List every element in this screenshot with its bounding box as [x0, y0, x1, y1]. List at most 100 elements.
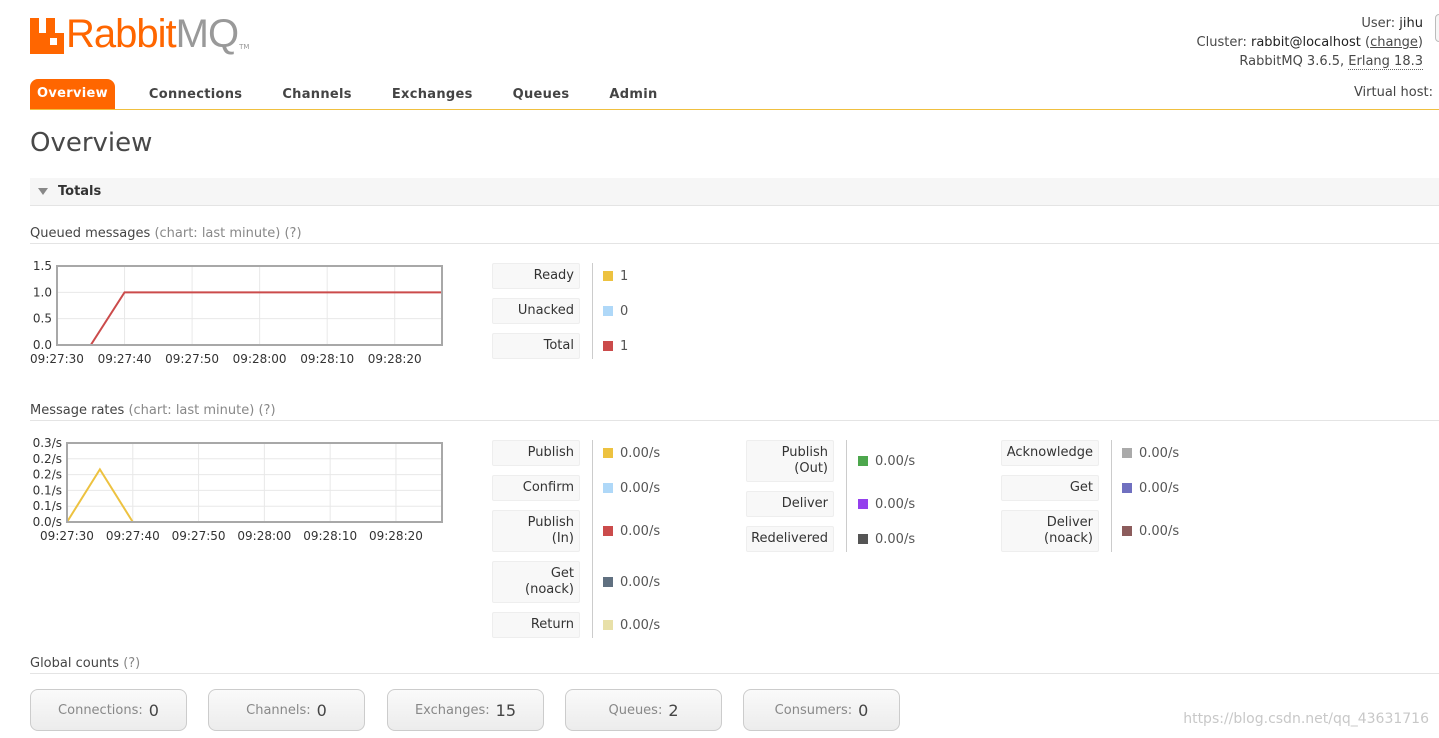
help-link[interactable]: (?): [258, 403, 275, 418]
tab-admin[interactable]: Admin: [589, 79, 677, 109]
legend-label[interactable]: Get (noack): [492, 561, 580, 603]
tab-exchanges[interactable]: Exchanges: [372, 79, 493, 109]
message-rates-chart: 0.3/s 0.2/s 0.2/s 0.1/s 0.1/s 0.0/s 09:27:30 09…: [30, 435, 450, 547]
rabbitmq-logo-icon: [30, 18, 64, 54]
legend-value: 0.00/s: [1122, 475, 1179, 501]
y-tick-label: 1.0: [33, 285, 52, 299]
login-details: User: jihu Cluster: rabbit@localhost (ch…: [1196, 16, 1423, 70]
y-tick-label: 0.2/s: [33, 468, 62, 482]
legend-value: 0.00/s: [858, 526, 915, 552]
version-text: RabbitMQ 3.6.5,: [1239, 54, 1345, 69]
y-tick-label: 0.3/s: [33, 436, 62, 450]
x-tick-label: 09:28:00: [233, 352, 287, 366]
legend-label[interactable]: Deliver (noack): [1001, 510, 1099, 552]
logout-button-edge[interactable]: [1435, 14, 1439, 42]
legend-swatch: [603, 483, 613, 493]
user-name: jihu: [1399, 16, 1423, 31]
watermark: https://blog.csdn.net/qq_43631716: [1183, 711, 1429, 727]
legend-label[interactable]: Get: [1001, 475, 1099, 501]
y-tick-label: 0.5: [33, 312, 52, 326]
main-nav: Overview Connections Channels Exchanges …: [30, 79, 1439, 110]
help-link[interactable]: (?): [284, 226, 301, 241]
totals-section-header[interactable]: Totals: [30, 178, 1439, 206]
count-consumers[interactable]: Consumers: 0: [743, 689, 900, 731]
legend-label[interactable]: Total: [492, 333, 580, 359]
legend-value: 0.00/s: [603, 561, 660, 603]
legend-swatch: [1122, 526, 1132, 536]
legend-value: 0.00/s: [1122, 440, 1179, 466]
legend-label[interactable]: Deliver: [746, 491, 834, 517]
legend-swatch: [603, 577, 613, 587]
tab-overview[interactable]: Overview: [30, 79, 115, 109]
chart-range-link[interactable]: (chart: last minute): [128, 403, 254, 418]
count-channels[interactable]: Channels: 0: [208, 689, 365, 731]
x-tick-label: 09:28:10: [300, 352, 354, 366]
erlang-version: Erlang 18.3: [1348, 54, 1423, 70]
legend-swatch: [603, 620, 613, 630]
legend-swatch: [858, 499, 868, 509]
legend-label[interactable]: Acknowledge: [1001, 440, 1099, 466]
totals-label: Totals: [58, 184, 102, 199]
legend-swatch: [603, 306, 613, 316]
series-line: [66, 467, 442, 523]
tab-channels[interactable]: Channels: [262, 79, 372, 109]
virtual-host-label: Virtual host:: [1353, 85, 1433, 100]
legend-swatch: [603, 271, 613, 281]
legend-swatch: [603, 448, 613, 458]
legend-value: 0.00/s: [603, 475, 660, 501]
cluster-label: Cluster:: [1196, 35, 1247, 50]
x-tick-label: 09:27:40: [106, 529, 160, 543]
legend-label[interactable]: Return: [492, 612, 580, 638]
legend-divider: [846, 440, 847, 552]
plot-frame: [56, 265, 443, 346]
cluster-name: rabbit@localhost: [1250, 35, 1361, 50]
legend-divider: [592, 263, 593, 359]
user-label: User:: [1361, 16, 1396, 31]
legend-label[interactable]: Unacked: [492, 298, 580, 324]
count-exchanges[interactable]: Exchanges: 15: [387, 689, 544, 731]
legend-swatch: [1122, 448, 1132, 458]
y-tick-label: 0.0: [33, 338, 52, 352]
rabbitmq-logo[interactable]: RabbitMQ TM: [30, 14, 249, 54]
x-tick-label: 09:28:00: [237, 529, 291, 543]
legend-value: 0.00/s: [1122, 510, 1179, 552]
legend-label[interactable]: Ready: [492, 263, 580, 289]
legend-value: 0.00/s: [858, 440, 915, 482]
legend-value: 0.00/s: [858, 491, 915, 517]
legend-value: 0.00/s: [603, 440, 660, 466]
collapse-triangle-icon: [38, 188, 48, 195]
y-tick-label: 0.2/s: [33, 452, 62, 466]
tab-connections[interactable]: Connections: [129, 79, 262, 109]
y-tick-label: 0.1/s: [33, 499, 62, 513]
queued-messages-title: Queued messages (chart: last minute) (?): [30, 226, 1439, 244]
x-tick-label: 09:28:10: [303, 529, 357, 543]
legend-swatch: [1122, 483, 1132, 493]
message-rates-title: Message rates (chart: last minute) (?): [30, 403, 1439, 421]
legend-swatch: [858, 456, 868, 466]
legend-label[interactable]: Publish (Out): [746, 440, 834, 482]
tab-queues[interactable]: Queues: [493, 79, 590, 109]
legend-label[interactable]: Redelivered: [746, 526, 834, 552]
brand-trademark: TM: [239, 43, 250, 51]
legend-value: 1: [603, 263, 628, 289]
change-cluster-link[interactable]: change: [1370, 35, 1418, 50]
legend-label[interactable]: Confirm: [492, 475, 580, 501]
legend-value: 0: [603, 298, 628, 324]
queued-messages-chart: 1.5 1.0 0.5 0.0 09:27:30 09:27:40 09:27:50 09:2…: [30, 258, 450, 370]
count-connections[interactable]: Connections: 0: [30, 689, 187, 731]
y-tick-label: 0.0/s: [33, 515, 62, 529]
y-tick-label: 0.1/s: [33, 483, 62, 497]
plot-frame: [66, 442, 443, 523]
legend-label[interactable]: Publish: [492, 440, 580, 466]
legend-swatch: [858, 534, 868, 544]
x-tick-label: 09:27:30: [40, 529, 94, 543]
chart-range-link[interactable]: (chart: last minute): [154, 226, 280, 241]
legend-label[interactable]: Publish (In): [492, 510, 580, 552]
count-queues[interactable]: Queues: 2: [565, 689, 722, 731]
legend-swatch: [603, 341, 613, 351]
x-tick-label: 09:28:20: [368, 352, 422, 366]
x-tick-label: 09:28:20: [369, 529, 423, 543]
brand-word: RabbitMQ: [66, 12, 239, 56]
legend-value: 0.00/s: [603, 510, 660, 552]
help-link[interactable]: (?): [123, 656, 140, 671]
